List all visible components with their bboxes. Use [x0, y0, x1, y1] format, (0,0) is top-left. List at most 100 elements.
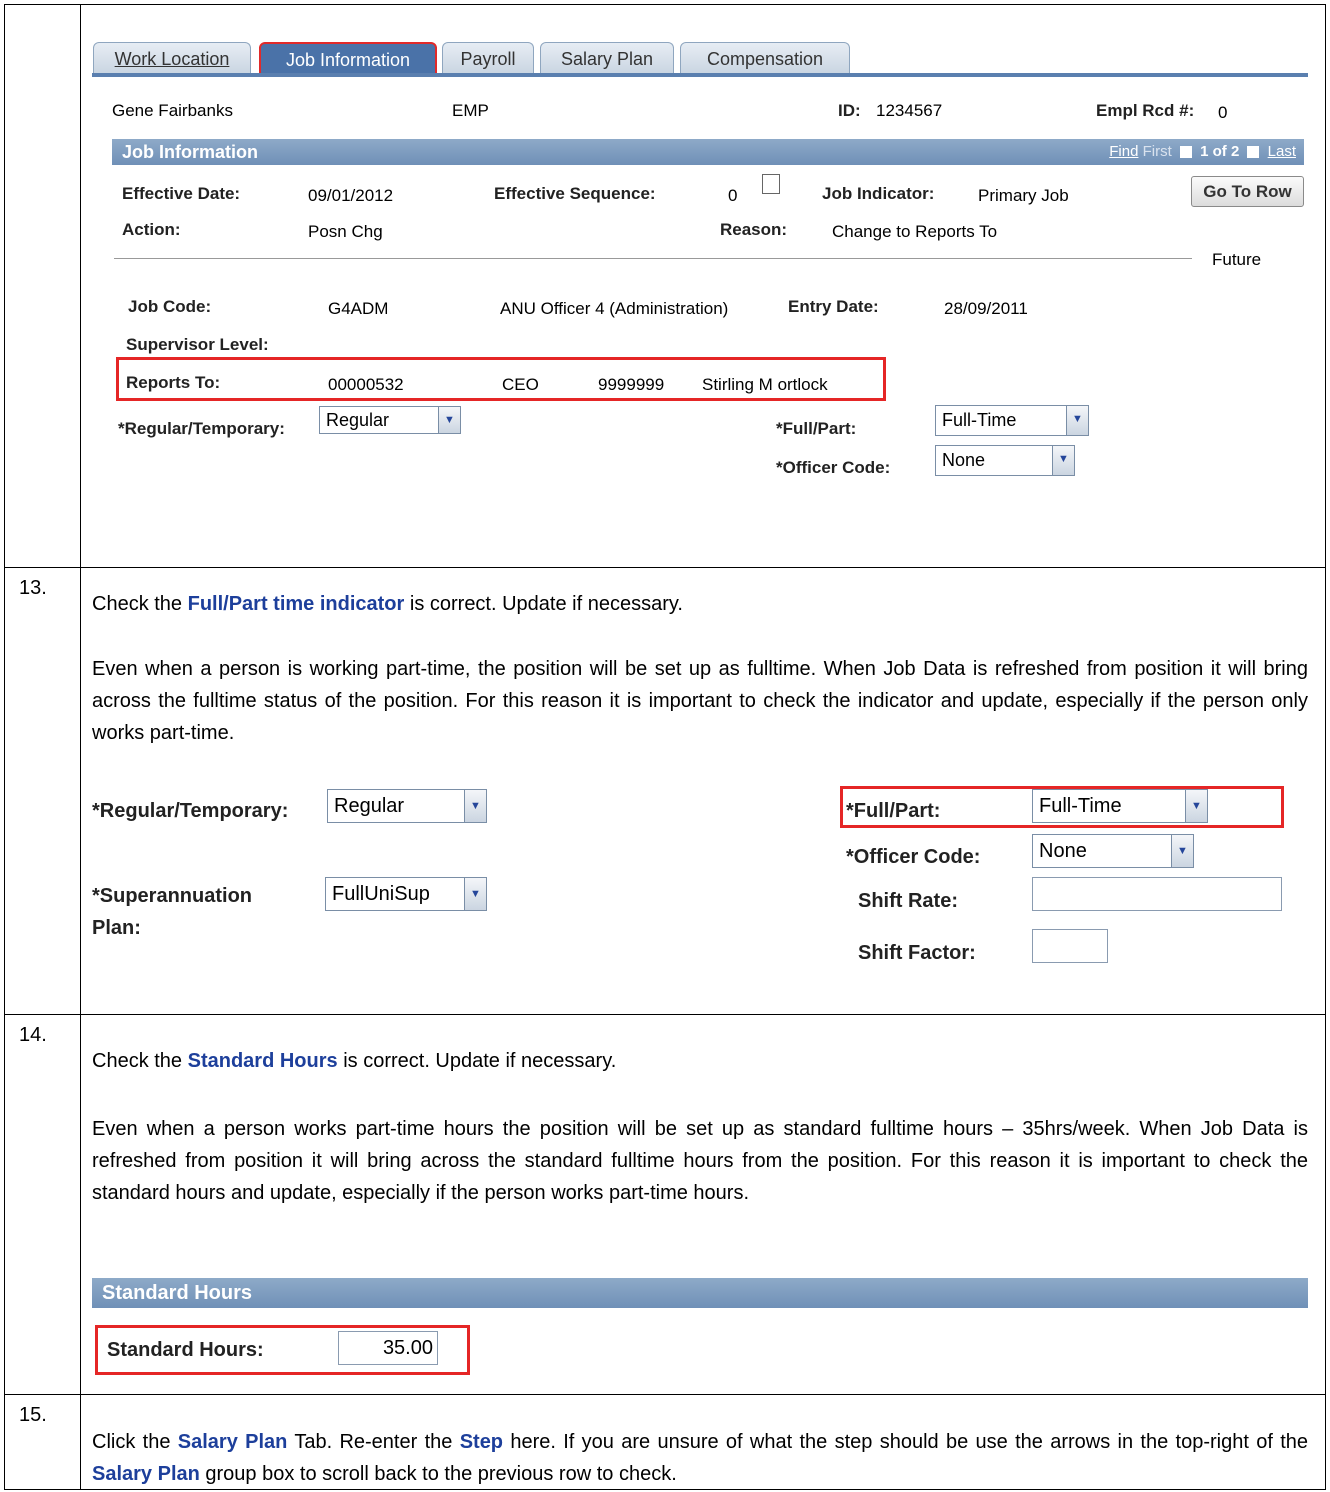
find-link[interactable]: Find — [1109, 143, 1138, 160]
shift-factor-label: Shift Factor: — [858, 942, 976, 964]
job-indicator-label: Job Indicator: — [822, 184, 935, 203]
first-link: First — [1142, 143, 1172, 160]
tab-job-information[interactable]: Job Information — [259, 42, 437, 76]
reports-to-title: CEO — [502, 375, 539, 394]
effective-date-label: Effective Date: — [122, 184, 241, 203]
regular-temporary-select[interactable]: Regular ▼ — [327, 789, 487, 823]
selected-value: None — [1039, 840, 1087, 862]
officer-code-label: *Officer Code: — [846, 846, 981, 868]
row-count: 1 of 2 — [1200, 143, 1240, 160]
full-part-label: *Full/Part: — [776, 419, 857, 438]
employee-type: EMP — [452, 101, 489, 120]
shift-rate-label: Shift Rate: — [858, 890, 958, 912]
superannuation-plan-label: *Superannuation — [92, 885, 253, 907]
row-divider — [5, 1014, 1325, 1015]
column-divider — [80, 5, 81, 1489]
previous-arrow-icon[interactable] — [1179, 146, 1192, 159]
last-link[interactable]: Last — [1268, 143, 1296, 160]
chevron-down-icon: ▼ — [464, 790, 486, 822]
entry-date-value: 28/09/2011 — [944, 299, 1028, 318]
keyword: Salary Plan — [177, 1431, 288, 1453]
keyword: Standard Hours — [187, 1050, 338, 1072]
keyword: Salary Plan — [92, 1463, 200, 1485]
action-label: Action: — [122, 220, 181, 239]
job-code-description: ANU Officer 4 (Administration) — [500, 299, 729, 318]
selected-value: Regular — [334, 795, 405, 817]
step-14-explanation: Even when a person works part-time hours… — [92, 1118, 1308, 1204]
full-part-select[interactable]: Full-Time ▼ — [935, 405, 1089, 436]
step-15-instruction: Click the Salary Plan Tab. Re-enter the … — [92, 1431, 1308, 1485]
superannuation-plan-label-2: Plan: — [92, 917, 141, 939]
step-number: 13. — [19, 577, 47, 599]
tab-salary-plan[interactable]: Salary Plan — [540, 42, 674, 76]
entry-date-label: Entry Date: — [788, 297, 879, 316]
future-indicator: Future — [1212, 250, 1262, 269]
job-code-value: G4ADM — [328, 299, 389, 318]
tab-work-location[interactable]: Work Location — [93, 42, 251, 76]
full-part-select[interactable]: Full-Time ▼ — [1032, 789, 1208, 823]
officer-code-label: *Officer Code: — [776, 458, 891, 477]
effective-sequence-label: Effective Sequence: — [494, 184, 656, 203]
standard-hours-label: Standard Hours: — [107, 1339, 264, 1361]
row-navigation: Find First 1 of 2 Last — [1109, 139, 1296, 165]
go-to-row-button[interactable]: Go To Row — [1191, 176, 1304, 207]
row-divider — [5, 1394, 1325, 1395]
empl-rcd-label: Empl Rcd #: — [1096, 101, 1195, 120]
employee-name: Gene Fairbanks — [112, 101, 233, 120]
selected-value: Full-Time — [942, 410, 1017, 430]
chevron-down-icon: ▼ — [1171, 835, 1193, 867]
superannuation-plan-select[interactable]: FullUniSup ▼ — [325, 877, 487, 911]
standard-hours-group-header: Standard Hours — [92, 1278, 1308, 1308]
selected-value: None — [942, 450, 986, 470]
effective-date-value: 09/01/2012 — [308, 186, 394, 205]
supervisor-level-label: Supervisor Level: — [126, 335, 269, 354]
selected-value: FullUniSup — [332, 883, 430, 905]
regular-temporary-select[interactable]: Regular ▼ — [319, 406, 461, 434]
step-13-instruction: Check the Full/Part time indicator is co… — [92, 593, 683, 615]
tab-payroll[interactable]: Payroll — [442, 42, 534, 76]
full-part-label: *Full/Part: — [846, 800, 941, 822]
empl-rcd-value: 0 — [1218, 103, 1228, 122]
keyword: Full/Part time indicator — [187, 593, 405, 615]
standard-hours-input[interactable]: 35.00 — [338, 1331, 438, 1365]
selected-value: Full-Time — [1039, 795, 1122, 817]
tab-compensation[interactable]: Compensation — [680, 42, 850, 76]
job-code-label: Job Code: — [128, 297, 212, 316]
chevron-down-icon: ▼ — [1185, 790, 1207, 822]
job-information-group-header: Job Information Find First 1 of 2 Last — [112, 139, 1304, 165]
reason-label: Reason: — [720, 220, 788, 239]
group-title: Job Information — [122, 142, 258, 162]
group-title: Standard Hours — [102, 1282, 253, 1304]
id-label: ID: — [838, 101, 861, 120]
selected-value: Regular — [326, 410, 390, 430]
shift-factor-input[interactable] — [1032, 929, 1108, 963]
chevron-down-icon: ▼ — [1066, 406, 1088, 435]
chevron-down-icon: ▼ — [1052, 446, 1074, 475]
action-value: Posn Chg — [308, 222, 383, 241]
step-14-instruction: Check the Standard Hours is correct. Upd… — [92, 1050, 617, 1072]
id-value: 1234567 — [876, 101, 943, 120]
next-arrow-icon[interactable] — [1247, 146, 1260, 159]
keyword: Step — [459, 1431, 504, 1453]
reports-to-position: 00000532 — [328, 375, 404, 394]
chevron-down-icon: ▼ — [438, 407, 460, 433]
officer-code-select[interactable]: None ▼ — [1032, 834, 1194, 868]
reports-to-label: Reports To: — [126, 373, 221, 392]
reports-to-name: Stirling M ortlock — [702, 375, 828, 394]
reports-to-emplid: 9999999 — [598, 375, 665, 394]
tab-bar-underline — [92, 73, 1308, 77]
chevron-down-icon: ▼ — [464, 878, 486, 910]
notepad-icon[interactable] — [762, 174, 780, 194]
officer-code-select[interactable]: None ▼ — [935, 445, 1075, 476]
row-divider — [5, 567, 1325, 568]
step-number: 14. — [19, 1024, 47, 1046]
reason-value: Change to Reports To — [832, 222, 998, 241]
job-indicator-value: Primary Job — [978, 186, 1069, 205]
regular-temporary-label: *Regular/Temporary: — [118, 419, 285, 438]
step-13-explanation: Even when a person is working part-time,… — [92, 658, 1308, 744]
effective-sequence-value: 0 — [728, 186, 738, 205]
divider — [114, 258, 1192, 259]
shift-rate-input[interactable] — [1032, 877, 1282, 911]
step-number: 15. — [19, 1404, 47, 1426]
regular-temporary-label: *Regular/Temporary: — [92, 800, 289, 822]
